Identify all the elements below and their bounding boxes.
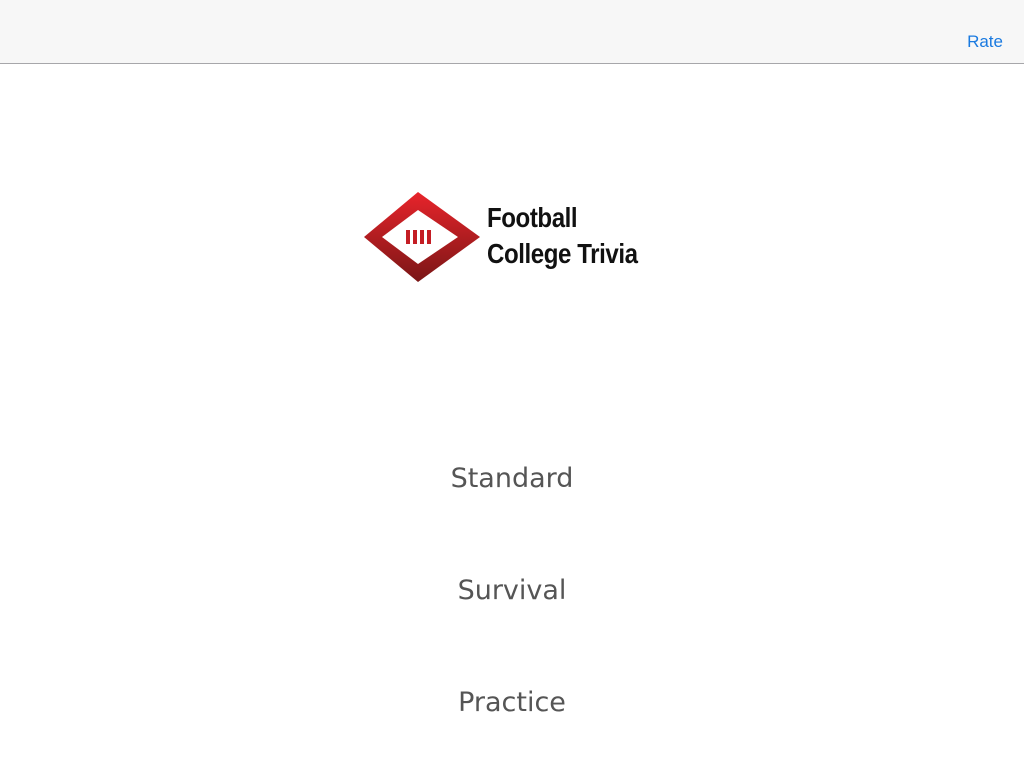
survival-mode-button[interactable]: Survival <box>0 575 1024 606</box>
logo-wordmark: Football College Trivia <box>487 200 638 272</box>
logo-line-1: Football <box>487 202 578 233</box>
rate-button[interactable]: Rate <box>967 31 1003 53</box>
logo-line-2: College Trivia <box>487 238 638 269</box>
app-logo: Football College Trivia <box>362 190 666 284</box>
navigation-bar: Rate <box>0 0 1024 64</box>
standard-mode-button[interactable]: Standard <box>0 463 1024 494</box>
practice-mode-button[interactable]: Practice <box>0 687 1024 718</box>
stadium-logo-icon <box>364 192 480 282</box>
